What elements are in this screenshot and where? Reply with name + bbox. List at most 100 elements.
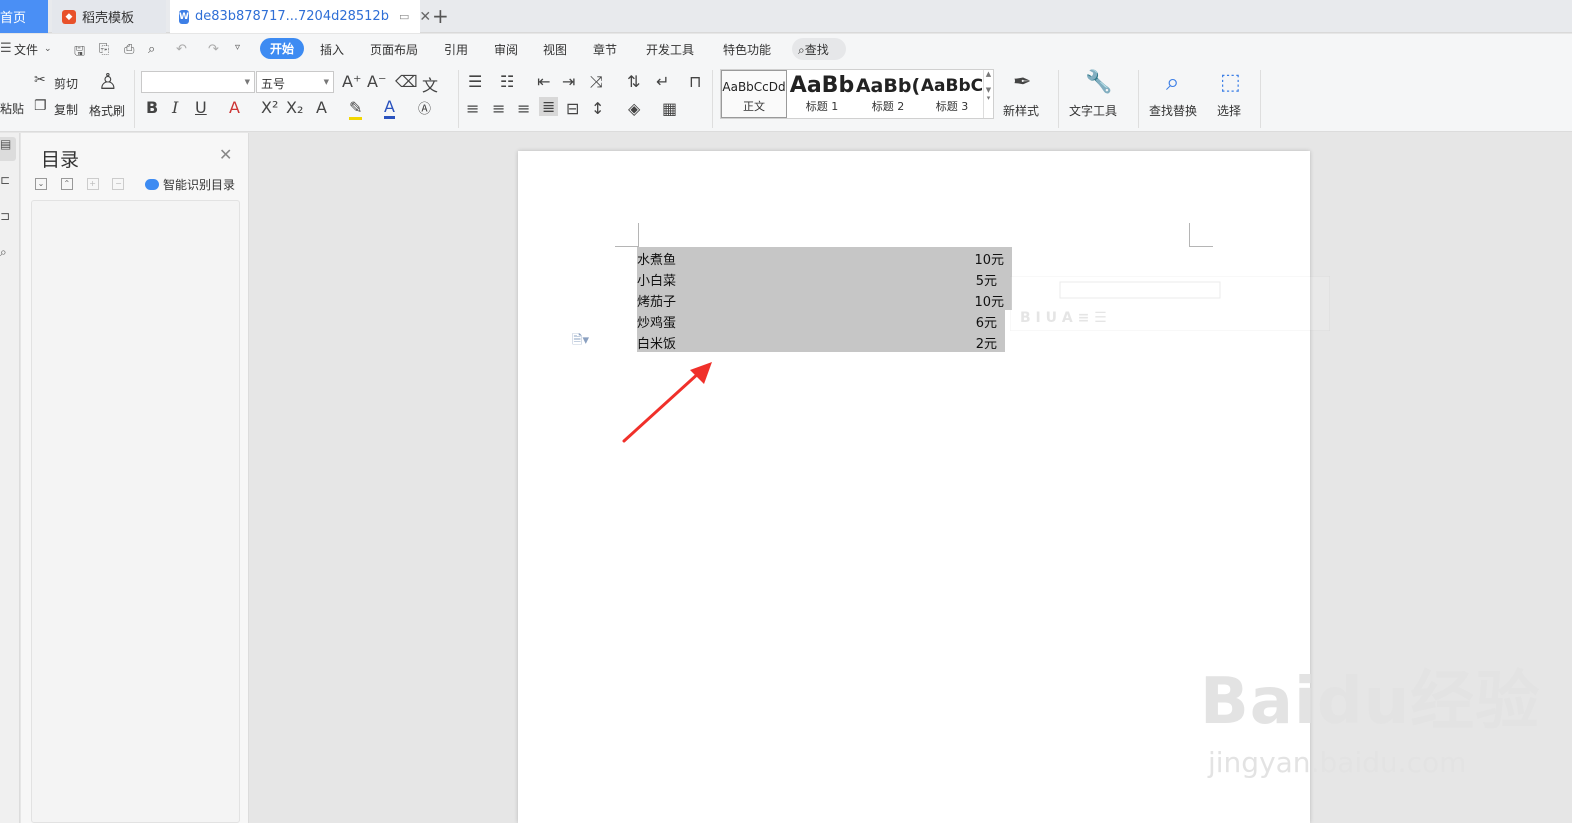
find-button[interactable]: ⌕查找 bbox=[792, 38, 846, 60]
chinese-layout-icon[interactable]: ⤨ bbox=[590, 72, 603, 92]
new-style-icon[interactable]: ✒ bbox=[1013, 70, 1031, 95]
line-spacing-icon[interactable]: ↕ bbox=[591, 99, 604, 118]
bold-icon[interactable]: B bbox=[146, 98, 158, 117]
menu-review[interactable]: 审阅 bbox=[494, 41, 518, 58]
style-normal[interactable]: AaBbCcDd 正文 bbox=[721, 70, 787, 118]
text-tools-button[interactable]: 文字工具 bbox=[1069, 102, 1117, 119]
paste-button[interactable]: 粘贴 bbox=[0, 100, 24, 117]
scissors-icon[interactable]: ✂ bbox=[34, 72, 46, 88]
table-row[interactable]: 炒鸡蛋 6元 bbox=[637, 310, 1005, 331]
clear-format-icon[interactable]: ⌫ bbox=[395, 72, 418, 91]
table-row[interactable]: 水煮鱼 10元 bbox=[637, 247, 1012, 268]
menu-chapter[interactable]: 章节 bbox=[593, 41, 617, 58]
menu-special[interactable]: 特色功能 bbox=[723, 41, 771, 58]
phonetic-icon[interactable]: 文 bbox=[422, 72, 438, 96]
style-heading-1[interactable]: AaBb 标题 1 bbox=[789, 70, 855, 118]
tab-home[interactable]: 首页 bbox=[0, 0, 48, 33]
smart-toc-button[interactable]: 智能识别目录 bbox=[145, 176, 235, 193]
menu-file[interactable]: 文件 bbox=[14, 41, 38, 58]
wrench-icon[interactable]: 🔧 bbox=[1085, 70, 1112, 95]
export-icon[interactable]: ⎘ bbox=[99, 42, 109, 57]
magnifier-icon[interactable]: ⌕ bbox=[1166, 68, 1179, 96]
align-center-icon[interactable]: ≡ bbox=[492, 99, 505, 118]
menu-view[interactable]: 视图 bbox=[543, 41, 567, 58]
font-size-select[interactable]: 五号 ▼ bbox=[256, 71, 334, 93]
floating-toolbar[interactable]: B I U A ≡ ☰ bbox=[1009, 275, 1331, 332]
expand-icon[interactable]: ⌄ bbox=[35, 178, 47, 190]
divider bbox=[712, 70, 713, 128]
text-effect-icon[interactable]: A bbox=[316, 98, 327, 117]
font-color-icon[interactable]: A bbox=[384, 97, 395, 119]
numbered-list-icon[interactable]: ☷ bbox=[500, 72, 514, 91]
align-left-icon[interactable]: ≡ bbox=[466, 99, 479, 118]
shrink-font-icon[interactable]: A⁻ bbox=[367, 72, 386, 91]
style-heading-2[interactable]: AaBb( 标题 2 bbox=[855, 70, 921, 118]
menu-page-layout[interactable]: 页面布局 bbox=[370, 41, 418, 58]
hamburger-icon[interactable]: ☰ bbox=[0, 41, 12, 56]
tab-template[interactable]: ◆ 稻壳模板 bbox=[52, 0, 166, 33]
close-tab-icon[interactable]: ✕ bbox=[419, 9, 431, 25]
print-preview-icon[interactable]: ⌕ bbox=[148, 42, 155, 57]
item-price: 10元 bbox=[974, 253, 1004, 268]
format-painter-button[interactable]: 格式刷 bbox=[89, 102, 125, 119]
borders-icon[interactable]: ▦ bbox=[662, 99, 677, 118]
toc-nav-icon[interactable]: ▤ bbox=[0, 137, 16, 161]
customize-icon[interactable]: ▿ bbox=[235, 42, 240, 53]
grow-font-icon[interactable]: A⁺ bbox=[342, 72, 361, 91]
menu-references[interactable]: 引用 bbox=[444, 41, 468, 58]
cut-button[interactable]: 剪切 bbox=[54, 75, 78, 92]
copy-icon[interactable]: ❐ bbox=[34, 98, 47, 114]
bookmark-icon[interactable]: ⊐ bbox=[0, 209, 16, 233]
chevron-down-icon[interactable]: ⌄ bbox=[44, 44, 52, 54]
table-row[interactable]: 烤茄子 10元 bbox=[637, 289, 1012, 310]
collapse-icon[interactable]: ⌃ bbox=[60, 178, 73, 190]
undo-icon[interactable]: ↶ bbox=[176, 42, 187, 57]
chapter-nav-icon[interactable]: ⊏ bbox=[0, 173, 16, 197]
gallery-scroll[interactable]: ▲ ▼ ▾ bbox=[983, 70, 993, 118]
remove-heading-icon[interactable]: − bbox=[112, 178, 125, 190]
save-icon[interactable]: 🖫 bbox=[74, 42, 85, 64]
paragraph-layout-icon[interactable]: 🗎▾ bbox=[572, 331, 589, 353]
table-row[interactable]: 小白菜 5元 bbox=[637, 268, 1012, 289]
increase-indent-icon[interactable]: ⇥ bbox=[562, 72, 575, 91]
tab-ruler-icon[interactable]: ⊓ bbox=[689, 72, 701, 91]
sort-icon[interactable]: ⇅ bbox=[627, 72, 640, 91]
find-replace-button[interactable]: 查找替换 bbox=[1149, 102, 1197, 119]
search-icon[interactable]: ⌕ bbox=[0, 245, 16, 269]
menu-developer[interactable]: 开发工具 bbox=[646, 41, 694, 58]
add-heading-icon[interactable]: + bbox=[86, 178, 99, 190]
menu-insert[interactable]: 插入 bbox=[320, 41, 344, 58]
subscript-icon[interactable]: X₂ bbox=[286, 98, 303, 117]
new-style-button[interactable]: 新样式 bbox=[1003, 102, 1039, 119]
superscript-icon[interactable]: X² bbox=[261, 98, 278, 117]
show-marks-icon[interactable]: ↵ bbox=[656, 72, 669, 91]
underline-icon[interactable]: U bbox=[195, 98, 207, 117]
style-heading-3[interactable]: AaBbC 标题 3 bbox=[919, 70, 985, 118]
align-right-icon[interactable]: ≡ bbox=[517, 99, 530, 118]
monitor-icon[interactable]: ▭ bbox=[399, 10, 409, 23]
bullet-list-icon[interactable]: ☰ bbox=[468, 72, 482, 91]
format-painter-icon[interactable]: ♙ bbox=[98, 70, 118, 95]
style-gallery: AaBbCcDd 正文 AaBb 标题 1 AaBb( 标题 2 AaBbC 标… bbox=[720, 69, 994, 119]
menu-start[interactable]: 开始 bbox=[260, 38, 305, 59]
select-button[interactable]: 选择 bbox=[1217, 102, 1241, 119]
tab-document[interactable]: W de83b878717...7204d28512b ▭ ✕ bbox=[170, 0, 431, 33]
new-tab-button[interactable]: + bbox=[432, 4, 449, 28]
print-icon[interactable]: ⎙ bbox=[124, 42, 134, 57]
select-cursor-icon[interactable]: ⬚ bbox=[1220, 70, 1241, 95]
font-name-select[interactable]: ▼ bbox=[141, 71, 255, 93]
decrease-indent-icon[interactable]: ⇤ bbox=[537, 72, 550, 91]
distribute-icon[interactable]: ⊟ bbox=[566, 99, 579, 118]
document-page[interactable]: 水煮鱼 10元 小白菜 5元 烤茄子 10元 炒鸡蛋 6元 白米饭 2元 🗎▾ … bbox=[518, 151, 1331, 823]
shading-icon[interactable]: ◈ bbox=[628, 99, 640, 118]
strikethrough-icon[interactable]: A bbox=[229, 98, 240, 117]
char-border-icon[interactable]: Ⓐ bbox=[418, 98, 431, 117]
redo-icon[interactable]: ↷ bbox=[208, 42, 219, 57]
table-row[interactable]: 白米饭 2元 bbox=[637, 331, 1005, 352]
italic-icon[interactable]: I bbox=[172, 98, 178, 117]
copy-button[interactable]: 复制 bbox=[54, 101, 78, 118]
dropdown-icon: ▼ bbox=[323, 78, 329, 86]
highlight-icon[interactable]: ✎ bbox=[349, 98, 363, 120]
justify-icon[interactable]: ≣ bbox=[539, 97, 559, 116]
close-icon[interactable]: ✕ bbox=[219, 145, 232, 164]
